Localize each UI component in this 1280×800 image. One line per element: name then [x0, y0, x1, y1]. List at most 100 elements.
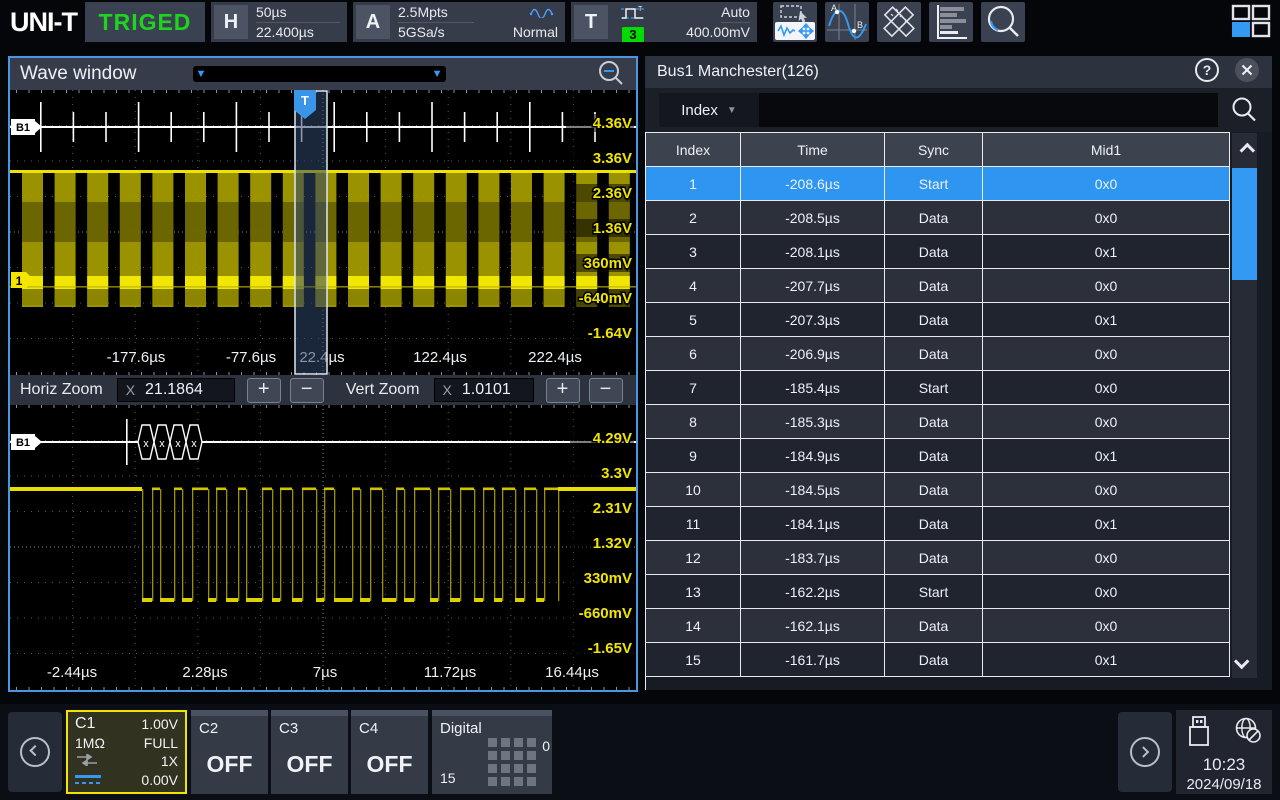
help-button[interactable]: ? [1194, 57, 1220, 88]
top-status-bar: UNI-T TRIGED H 50µs 22.400µs A 2.5Mpts 5… [0, 0, 1280, 44]
cell-mid1: 0x1 [983, 643, 1230, 677]
cell-index: 3 [646, 235, 741, 269]
svg-text:3.36V: 3.36V [593, 150, 632, 167]
memory-depth-value: 2.5Mpts [398, 3, 474, 23]
vert-zoom-minus-button[interactable]: − [589, 378, 623, 403]
cell-index: 5 [646, 303, 741, 337]
cell-time: -208.1µs [741, 235, 885, 269]
select-move-tool-button[interactable] [773, 2, 817, 42]
scrollbar-thumb[interactable] [1232, 168, 1257, 280]
table-row[interactable]: 9-184.9µsData0x1 [646, 439, 1230, 473]
cell-sync: Data [885, 269, 983, 303]
zoom-out-icon[interactable] [596, 59, 626, 89]
window-layout-button[interactable] [1230, 3, 1272, 41]
cell-index: 6 [646, 337, 741, 371]
scroll-channels-left-button[interactable] [8, 712, 62, 792]
column-header-mid1: Mid1 [983, 133, 1230, 167]
digital-channel-grid-icon [488, 738, 536, 786]
svg-text:T: T [638, 6, 643, 13]
zoom-region-band[interactable] [295, 91, 327, 374]
svg-text:4.36V: 4.36V [593, 115, 632, 132]
channel-4-card[interactable]: C4 OFF [351, 710, 428, 794]
search-input[interactable] [759, 93, 1218, 127]
cell-mid1: 0x0 [983, 371, 1230, 405]
scroll-down-button[interactable] [1232, 644, 1257, 678]
chevron-up-icon [1240, 142, 1256, 158]
table-row[interactable]: 1-208.6µsStart0x0 [646, 167, 1230, 201]
bandwidth-limit-icon [75, 775, 101, 784]
cell-time: -185.4µs [741, 371, 885, 405]
wave-position-scrollbar[interactable]: ▼ ▼ [193, 66, 446, 82]
table-row[interactable]: 6-206.9µsData0x0 [646, 337, 1230, 371]
cell-mid1: 0x1 [983, 439, 1230, 473]
cursor-ab-button[interactable]: A B [825, 2, 869, 42]
trigger-level-value: 400.00mV [686, 23, 750, 42]
trigger-settings-block[interactable]: T T 3 Auto 400.00mV [571, 2, 757, 42]
table-row[interactable]: 10-184.5µsData0x0 [646, 473, 1230, 507]
acquire-settings-block[interactable]: A 2.5Mpts 5GSa/s Normal [353, 2, 565, 42]
search-zoom-button[interactable] [981, 2, 1025, 42]
cell-sync: Data [885, 405, 983, 439]
channel-2-card[interactable]: C2 OFF [191, 710, 268, 794]
table-row[interactable]: 15-161.7µsData0x1 [646, 643, 1230, 677]
table-row[interactable]: 2-208.5µsData0x0 [646, 201, 1230, 235]
scroll-right-arrow-icon[interactable]: ▼ [432, 66, 443, 82]
c1-scale: 1.00V [141, 715, 178, 733]
table-row[interactable]: 4-207.7µsData0x0 [646, 269, 1230, 303]
cell-time: -208.6µs [741, 167, 885, 201]
horiz-zoom-plus-button[interactable]: + [247, 378, 281, 403]
measure-tools-button[interactable] [877, 2, 921, 42]
table-row[interactable]: 7-185.4µsStart0x0 [646, 371, 1230, 405]
table-row[interactable]: 8-185.3µsData0x0 [646, 405, 1230, 439]
system-status-card[interactable]: 10:23 2024/09/18 [1176, 710, 1272, 794]
cell-mid1: 0x1 [983, 507, 1230, 541]
search-icon[interactable] [1230, 96, 1258, 124]
table-row[interactable]: 12-183.7µsData0x0 [646, 541, 1230, 575]
cell-index: 12 [646, 541, 741, 575]
cell-time: -162.2µs [741, 575, 885, 609]
scroll-left-arrow-icon[interactable]: ▼ [196, 66, 207, 82]
scroll-channels-right-button[interactable] [1118, 712, 1172, 792]
svg-text:B1: B1 [16, 122, 30, 134]
search-field-dropdown[interactable]: Index ▼ [659, 93, 759, 127]
scroll-up-button[interactable] [1232, 133, 1257, 167]
table-row[interactable]: 13-162.2µsStart0x0 [646, 575, 1230, 609]
vert-zoom-x: X [443, 382, 452, 398]
svg-text:x: x [143, 438, 149, 450]
table-row[interactable]: 3-208.1µsData0x1 [646, 235, 1230, 269]
channel-1-card[interactable]: C11.00V 1MΩFULL 1X 0.00V [66, 710, 187, 794]
zoom-controls-row: Horiz Zoom X 21.1864 + − Vert Zoom X 1.0… [10, 375, 636, 405]
table-scrollbar[interactable] [1232, 133, 1257, 678]
svg-text:-177.6µs: -177.6µs [107, 349, 166, 366]
vert-zoom-plus-button[interactable]: + [546, 378, 580, 403]
wave-window-panel: Wave window ▼ ▼ B114.36V3.36V2.36V1.36V3… [8, 56, 638, 692]
channel-3-card[interactable]: C3 OFF [271, 710, 348, 794]
horizontal-settings-block[interactable]: H 50µs 22.400µs [211, 2, 347, 42]
digital-channels-card[interactable]: Digital 0 15 [432, 710, 552, 794]
cell-index: 1 [646, 167, 741, 201]
oscilloscope-screen: UNI-T TRIGED H 50µs 22.400µs A 2.5Mpts 5… [0, 0, 1280, 800]
statistics-button[interactable] [929, 2, 973, 42]
toolbar-icons: A B [773, 2, 1025, 42]
table-row[interactable]: 5-207.3µsData0x1 [646, 303, 1230, 337]
zoom-waveform-plot[interactable]: xxxxB14.29V3.3V2.31V1.32V330mV-660mV-1.6… [10, 405, 636, 690]
vert-zoom-input[interactable]: X 1.0101 [434, 378, 534, 402]
channel-bar: C11.00V 1MΩFULL 1X 0.00V C2 OFF C3 [0, 704, 1280, 800]
main-waveform-plot[interactable]: B114.36V3.36V2.36V1.36V360mV-640mV-1.64V… [10, 90, 636, 375]
svg-text:-1.64V: -1.64V [588, 325, 632, 342]
horiz-zoom-input[interactable]: X 21.1864 [117, 378, 235, 402]
horiz-zoom-value: 21.1864 [145, 381, 203, 399]
horizontal-delay-value: 22.400µs [256, 23, 340, 42]
close-button[interactable] [1234, 57, 1260, 88]
table-row[interactable]: 14-162.1µsData0x0 [646, 609, 1230, 643]
horiz-zoom-minus-button[interactable]: − [290, 378, 324, 403]
cell-mid1: 0x0 [983, 337, 1230, 371]
trigger-status-badge: TRIGED [85, 2, 205, 42]
cell-index: 13 [646, 575, 741, 609]
svg-text:7µs: 7µs [313, 664, 338, 681]
clock-date: 2024/09/18 [1176, 776, 1272, 793]
cell-mid1: 0x0 [983, 541, 1230, 575]
decode-table: IndexTimeSyncMid1 1-208.6µsStart0x02-208… [645, 132, 1230, 690]
horiz-zoom-x: X [126, 382, 135, 398]
table-row[interactable]: 11-184.1µsData0x1 [646, 507, 1230, 541]
